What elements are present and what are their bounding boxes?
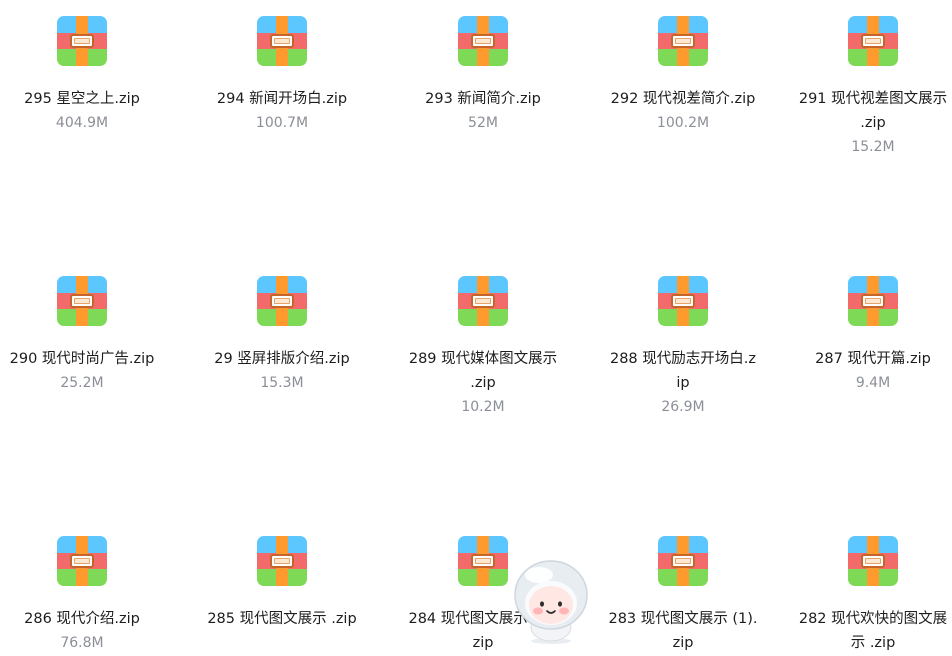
file-name: 29 竖屏排版介绍.zip — [214, 351, 350, 367]
file-size: 15.2M — [851, 139, 895, 155]
file-tile[interactable]: 29 竖屏排版介绍.zip 15.3M — [207, 262, 357, 394]
file-name: 289 现代媒体图文展示 .zip — [408, 351, 558, 391]
zip-archive-icon — [658, 536, 708, 586]
file-size: 100.2M — [656, 115, 710, 131]
file-size: 10.2M — [461, 399, 505, 415]
assistant-mascot-icon[interactable] — [511, 557, 591, 645]
zip-archive-icon — [57, 16, 107, 66]
file-tile[interactable]: 291 现代视差图文展示 .zip 15.2M — [798, 2, 948, 158]
file-tile[interactable]: 288 现代励志开场白.zip 26.9M — [608, 262, 758, 418]
file-name: 291 现代视差图文展示 .zip — [798, 91, 948, 131]
zip-archive-icon — [57, 536, 107, 586]
file-tile[interactable]: 282 现代欢快的图文展示 .zip — [798, 522, 948, 655]
file-size: 52M — [468, 115, 498, 131]
zip-archive-icon — [458, 536, 508, 586]
file-tile[interactable]: 290 现代时尚广告.zip 25.2M — [7, 262, 157, 394]
file-size: 404.9M — [55, 115, 109, 131]
file-name: 287 现代开篇.zip — [815, 351, 931, 367]
file-name: 295 星空之上.zip — [24, 91, 140, 107]
file-name: 285 现代图文展示 .zip — [207, 611, 357, 627]
file-tile[interactable]: 289 现代媒体图文展示 .zip 10.2M — [408, 262, 558, 418]
file-name: 282 现代欢快的图文展示 .zip — [798, 611, 948, 651]
zip-archive-icon — [458, 16, 508, 66]
assistant-mascot-graphic — [514, 560, 588, 644]
file-size: 15.3M — [260, 375, 304, 391]
file-tile[interactable]: 286 现代介绍.zip 76.8M — [7, 522, 157, 654]
file-size: 26.9M — [661, 399, 705, 415]
file-size: 76.8M — [60, 635, 104, 651]
file-tile[interactable]: 294 新闻开场白.zip 100.7M — [207, 2, 357, 134]
zip-archive-icon — [848, 16, 898, 66]
zip-archive-icon — [257, 536, 307, 586]
file-tile[interactable]: 285 现代图文展示 .zip — [207, 522, 357, 631]
file-name: 292 现代视差简介.zip — [610, 91, 756, 107]
zip-archive-icon — [658, 16, 708, 66]
zip-archive-icon — [257, 16, 307, 66]
zip-archive-icon — [57, 276, 107, 326]
file-name: 294 新闻开场白.zip — [216, 91, 348, 107]
file-tile[interactable]: 292 现代视差简介.zip 100.2M — [608, 2, 758, 134]
zip-archive-icon — [848, 536, 898, 586]
file-tile[interactable]: 295 星空之上.zip 404.9M — [7, 2, 157, 134]
file-name: 286 现代介绍.zip — [24, 611, 140, 627]
file-name: 288 现代励志开场白.zip — [609, 351, 756, 391]
zip-archive-icon — [658, 276, 708, 326]
file-size: 100.7M — [255, 115, 309, 131]
zip-archive-icon — [458, 276, 508, 326]
zip-archive-icon — [848, 276, 898, 326]
file-size: 25.2M — [60, 375, 104, 391]
file-tile[interactable]: 283 现代图文展示 (1).zip — [608, 522, 758, 655]
file-tile[interactable]: 287 现代开篇.zip 9.4M — [798, 262, 948, 394]
file-grid: 295 星空之上.zip 404.9M 294 新闻开场白.zip 100.7M… — [0, 0, 952, 656]
zip-archive-icon — [257, 276, 307, 326]
file-tile[interactable]: 293 新闻简介.zip 52M — [408, 2, 558, 134]
file-size: 9.4M — [855, 375, 891, 391]
file-name: 293 新闻简介.zip — [425, 91, 541, 107]
file-name: 283 现代图文展示 (1).zip — [608, 611, 758, 651]
file-name: 290 现代时尚广告.zip — [9, 351, 155, 367]
